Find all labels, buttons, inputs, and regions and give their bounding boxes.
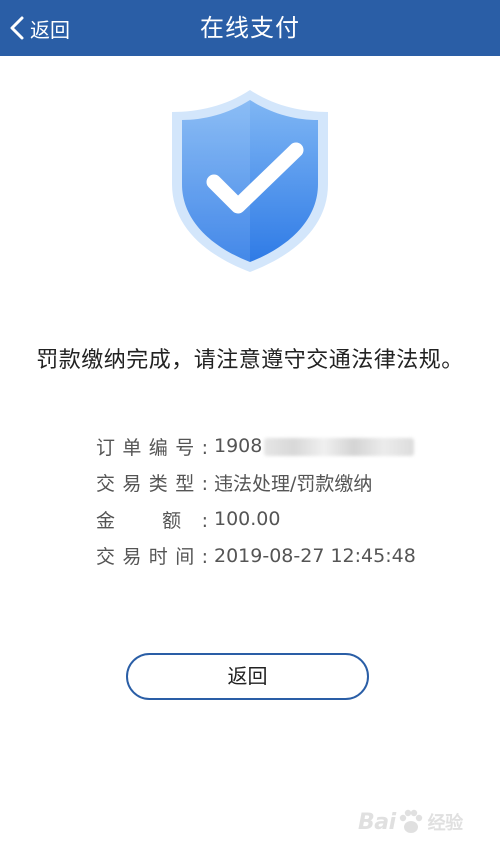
top-navigation-bar: 返回 在线支付 — [0, 0, 500, 56]
return-button[interactable]: 返回 — [126, 653, 369, 700]
detail-row-order-number: 订单编号: 1908 — [96, 428, 456, 465]
detail-row-transaction-time: 交易时间: 2019-08-27 12:45:48 — [96, 538, 456, 575]
transaction-type-label: 交易类型: — [96, 473, 208, 496]
detail-row-amount: 金 额: 100.00 — [96, 501, 456, 538]
detail-row-transaction-type: 交易类型: 违法处理/罚款缴纳 — [96, 465, 456, 502]
shield-check-icon — [172, 90, 328, 272]
transaction-time-label: 交易时间: — [96, 546, 208, 569]
baidu-watermark: Bai 经验 — [356, 800, 500, 844]
redacted-blur — [264, 437, 415, 456]
transaction-details: 订单编号: 1908 交易类型: 违法处理/罚款缴纳 金 额: 100.00 交… — [96, 428, 456, 574]
watermark-text: Bai — [358, 809, 396, 835]
order-number-label: 订单编号: — [96, 436, 208, 459]
back-link-label: 返回 — [30, 17, 70, 42]
completion-message: 罚款缴纳完成，请注意遵守交通法律法规。 — [36, 348, 464, 373]
chevron-left-icon — [10, 16, 24, 40]
watermark-paw-text: 经验 — [427, 813, 464, 834]
back-link[interactable]: 返回 — [8, 8, 84, 48]
transaction-time-value: 2019-08-27 12:45:48 — [214, 544, 416, 567]
order-number-value: 1908 — [214, 435, 415, 457]
amount-value: 100.00 — [214, 508, 281, 531]
amount-label: 金 额: — [96, 509, 208, 532]
transaction-type-value: 违法处理/罚款缴纳 — [214, 473, 373, 496]
paw-logo-icon — [399, 809, 422, 833]
